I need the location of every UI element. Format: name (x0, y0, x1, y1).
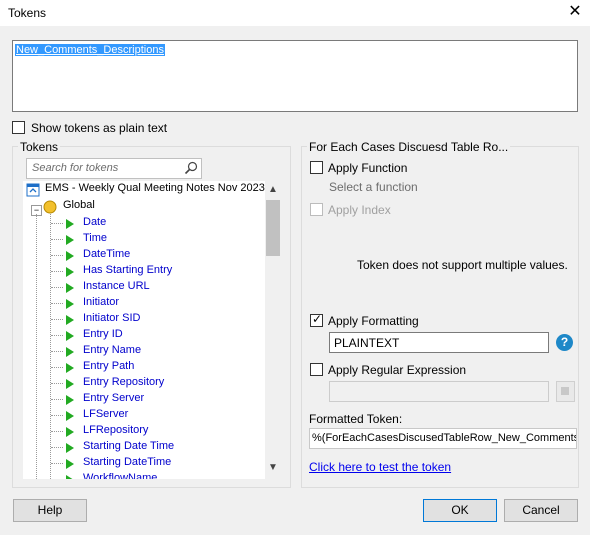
global-coin-icon (43, 200, 57, 214)
formatted-token-field[interactable]: %(ForEachCasesDiscusedTableRow_New_Comme… (309, 428, 577, 449)
formatted-token-label: Formatted Token: (309, 412, 403, 426)
tokens-legend: Tokens (18, 140, 61, 154)
token-item[interactable]: Starting Date Time (83, 440, 174, 456)
token-item[interactable]: WorkflowName (83, 472, 157, 479)
format-value: PLAINTEXT (334, 336, 400, 350)
token-item[interactable]: Entry Server (83, 392, 144, 408)
token-item[interactable]: Entry Path (83, 360, 134, 376)
tree-group-global[interactable]: Global (63, 199, 95, 215)
token-play-icon (66, 459, 74, 469)
tree-connector (51, 255, 63, 256)
tree-guide-line (50, 214, 51, 479)
title-bar (0, 0, 590, 26)
search-icon[interactable] (184, 161, 198, 175)
apply-index-checkbox (310, 203, 323, 216)
window-title: Tokens (8, 6, 47, 20)
apply-formatting-label: Apply Formatting (328, 314, 419, 328)
token-search-input[interactable]: Search for tokens (26, 158, 202, 179)
select-function-text[interactable]: Select a function (329, 180, 418, 194)
help-icon[interactable]: ? (556, 334, 573, 351)
tree-connector (51, 319, 63, 320)
tree-connector (51, 447, 63, 448)
token-play-icon (66, 251, 74, 261)
tree-connector (51, 367, 63, 368)
tree-connector (51, 239, 63, 240)
token-play-icon (66, 379, 74, 389)
cancel-button[interactable]: Cancel (504, 499, 578, 522)
token-item[interactable]: DateTime (83, 248, 130, 264)
token-item[interactable]: Entry Name (83, 344, 141, 360)
search-placeholder: Search for tokens (32, 162, 119, 174)
token-play-icon (66, 363, 74, 373)
formatted-token-value: %(ForEachCasesDiscusedTableRow_New_Comme… (312, 432, 577, 444)
token-item[interactable]: Entry ID (83, 328, 123, 344)
regex-input (329, 381, 549, 402)
tree-connector (51, 415, 63, 416)
tree-guide-line (36, 214, 37, 479)
token-expression-editor[interactable]: New_Comments_Descriptions (12, 40, 578, 112)
workflow-icon (26, 183, 40, 197)
scroll-down-icon[interactable]: ▼ (265, 462, 281, 476)
token-play-icon (66, 299, 74, 309)
token-item[interactable]: Entry Repository (83, 376, 164, 392)
token-item[interactable]: Instance URL (83, 280, 150, 296)
format-input[interactable]: PLAINTEXT (329, 332, 549, 353)
token-item[interactable]: Initiator (83, 296, 119, 312)
help-button[interactable]: Help (13, 499, 87, 522)
token-item[interactable]: Initiator SID (83, 312, 140, 328)
token-play-icon (66, 443, 74, 453)
token-play-icon (66, 427, 74, 437)
show-plain-text-label: Show tokens as plain text (31, 121, 168, 135)
token-tree[interactable]: EMS - Weekly Qual Meeting Notes Nov 2023… (23, 181, 280, 479)
selected-expression-text: New_Comments_Descriptions (15, 44, 165, 56)
token-play-icon (66, 315, 74, 325)
token-play-icon (66, 347, 74, 357)
token-item[interactable]: Has Starting Entry (83, 264, 172, 280)
token-item[interactable]: Time (83, 232, 107, 248)
token-play-icon (66, 395, 74, 405)
apply-function-checkbox[interactable] (310, 161, 323, 174)
tree-connector (51, 463, 63, 464)
token-play-icon (66, 475, 74, 479)
tree-connector (51, 431, 63, 432)
tree-connector (51, 399, 63, 400)
scroll-thumb[interactable] (266, 200, 280, 256)
token-item[interactable]: LFRepository (83, 424, 148, 440)
tree-connector (51, 223, 63, 224)
tree-connector (51, 383, 63, 384)
token-item[interactable]: LFServer (83, 408, 128, 424)
tree-connector (51, 351, 63, 352)
tree-root[interactable]: EMS - Weekly Qual Meeting Notes Nov 2023 (45, 182, 265, 198)
scroll-up-icon[interactable]: ▲ (265, 184, 281, 198)
multiple-values-note: Token does not support multiple values. (357, 258, 568, 272)
apply-regex-checkbox[interactable] (310, 363, 323, 376)
tree-connector (51, 287, 63, 288)
show-plain-text-checkbox[interactable] (12, 121, 25, 134)
token-play-icon (66, 267, 74, 277)
ok-button[interactable]: OK (423, 499, 497, 522)
apply-index-label: Apply Index (328, 203, 391, 217)
regex-builder-icon (556, 381, 575, 402)
token-options-legend: For Each Cases Discuesd Table Ro... (307, 140, 511, 154)
test-token-link[interactable]: Click here to test the token (309, 460, 451, 474)
tree-connector (51, 335, 63, 336)
checkmark-icon: ✓ (312, 312, 323, 326)
token-item[interactable]: Starting DateTime (83, 456, 171, 472)
close-icon[interactable]: ✕ (566, 3, 584, 21)
token-play-icon (66, 219, 74, 229)
apply-regex-label: Apply Regular Expression (328, 363, 467, 377)
token-play-icon (66, 235, 74, 245)
tree-connector (51, 271, 63, 272)
apply-formatting-checkbox[interactable]: ✓ (310, 312, 323, 327)
token-play-icon (66, 283, 74, 293)
token-play-icon (66, 331, 74, 341)
token-play-icon (66, 411, 74, 421)
apply-function-label: Apply Function (328, 161, 408, 175)
tree-connector (51, 303, 63, 304)
token-item[interactable]: Date (83, 216, 106, 232)
